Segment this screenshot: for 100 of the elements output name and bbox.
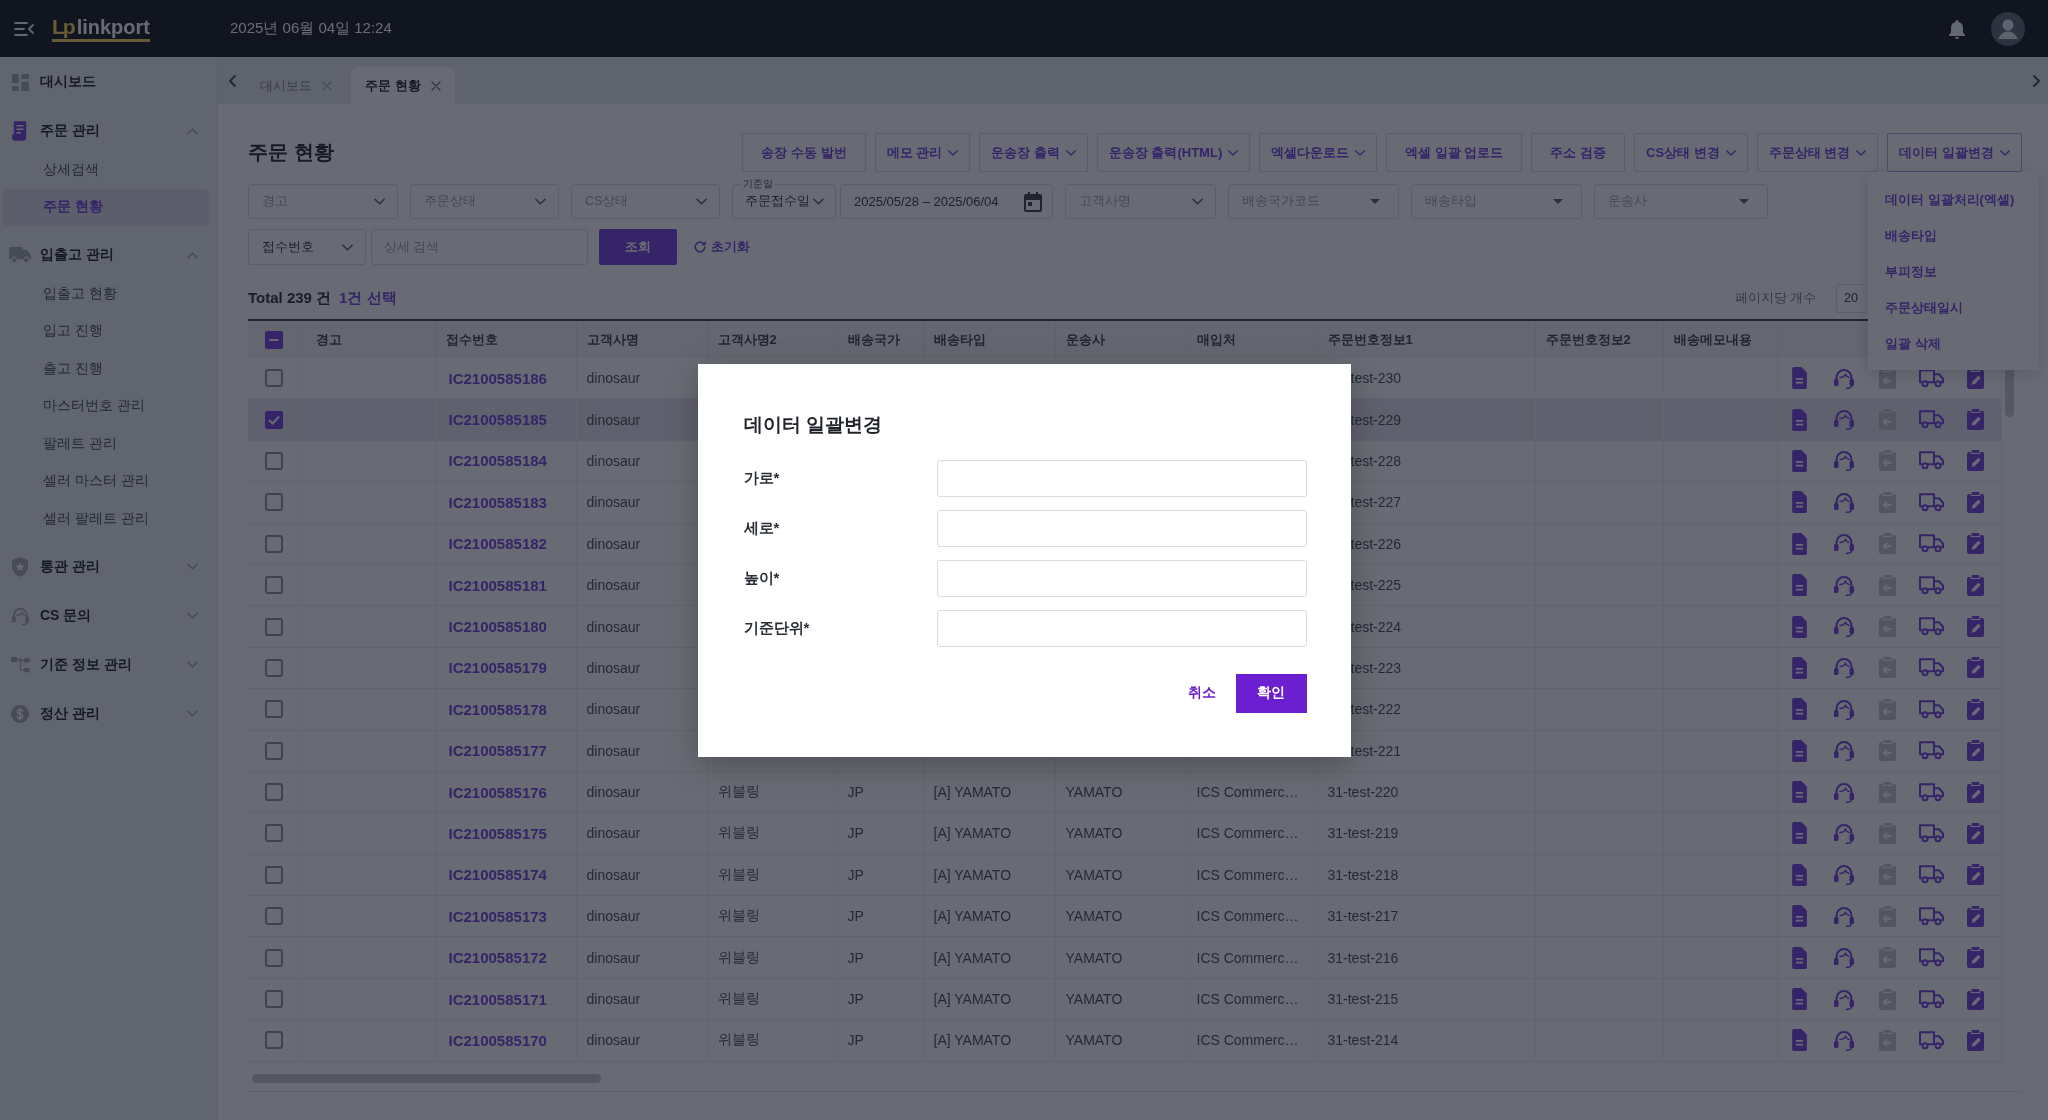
sidebar-item[interactable]: 셀러 팔레트 관리 <box>0 500 217 538</box>
toolbar-button[interactable]: 엑셀 일괄 업로드 <box>1386 133 1523 172</box>
truck-icon[interactable] <box>1919 824 1944 843</box>
headset-icon[interactable] <box>1832 367 1855 389</box>
headset-icon[interactable] <box>1832 574 1855 596</box>
confirm-button[interactable]: 확인 <box>1235 673 1307 713</box>
checkbox[interactable] <box>265 948 284 967</box>
edit-icon[interactable] <box>1967 491 1984 513</box>
checkbox[interactable] <box>265 700 284 719</box>
checkbox[interactable] <box>265 990 284 1009</box>
checkbox[interactable] <box>265 824 284 843</box>
close-icon[interactable] <box>430 80 441 91</box>
checkbox[interactable] <box>265 907 284 926</box>
checkbox[interactable] <box>265 576 284 595</box>
document-icon[interactable] <box>1792 532 1807 555</box>
document-icon[interactable] <box>1792 408 1807 431</box>
headset-icon[interactable] <box>1832 657 1855 679</box>
order-number-link[interactable]: IC2100585177 <box>435 730 576 772</box>
document-icon[interactable] <box>1792 739 1807 762</box>
order-number-link[interactable]: IC2100585176 <box>435 771 576 813</box>
filter-select[interactable]: 기준일 주문접수일 <box>732 178 836 219</box>
edit-icon[interactable] <box>1967 905 1984 927</box>
truck-icon[interactable] <box>1919 782 1944 802</box>
page-size-select[interactable]: 20 <box>1836 283 1866 313</box>
sidebar-item[interactable]: 출고 진행 <box>0 350 217 388</box>
headset-icon[interactable] <box>1832 781 1855 803</box>
truck-icon[interactable] <box>1919 368 1944 388</box>
document-icon[interactable] <box>1792 698 1807 721</box>
document-icon[interactable] <box>1792 946 1807 969</box>
headset-icon[interactable] <box>1832 409 1855 431</box>
truck-icon[interactable] <box>1919 658 1944 678</box>
chevron-left-icon[interactable] <box>229 74 236 87</box>
truck-icon[interactable] <box>1919 410 1944 430</box>
dropdown-button[interactable]: CS상태 변경 <box>1634 133 1748 172</box>
toolbar-button[interactable]: 주소 검증 <box>1531 133 1626 172</box>
truck-icon[interactable] <box>1919 1030 1944 1050</box>
sidebar-item[interactable]: 입고 진행 <box>0 312 217 350</box>
order-number-link[interactable]: IC2100585175 <box>435 812 576 855</box>
menu-item[interactable]: 데이터 일괄처리(엑셀) <box>1868 182 2039 218</box>
document-icon[interactable] <box>1792 656 1807 679</box>
document-icon[interactable] <box>1792 863 1807 886</box>
sidebar-item[interactable]: 팔레트 관리 <box>0 425 217 463</box>
headset-icon[interactable] <box>1832 450 1855 472</box>
edit-icon[interactable] <box>1967 616 1984 638</box>
headset-icon[interactable] <box>1832 491 1855 513</box>
dropdown-button[interactable]: 주문상태 변경 <box>1756 133 1879 172</box>
headset-icon[interactable] <box>1832 740 1855 762</box>
edit-icon[interactable] <box>1967 657 1984 679</box>
dropdown-button[interactable]: 운송장 출력(HTML) <box>1096 133 1251 172</box>
headset-icon[interactable] <box>1832 823 1855 844</box>
search-button[interactable]: 조회 <box>599 229 677 265</box>
order-number-link[interactable]: IC2100585186 <box>435 358 576 399</box>
edit-icon[interactable] <box>1967 698 1984 720</box>
checkbox[interactable] <box>265 330 284 349</box>
document-icon[interactable] <box>1792 367 1807 390</box>
document-icon[interactable] <box>1792 615 1807 638</box>
headset-icon[interactable] <box>1832 864 1855 886</box>
filter-select[interactable]: 접수번호 <box>248 229 366 265</box>
order-number-link[interactable]: IC2100585171 <box>435 978 576 1020</box>
checkbox[interactable] <box>265 783 284 802</box>
order-number-link[interactable]: IC2100585170 <box>435 1019 576 1062</box>
order-number-link[interactable]: IC2100585185 <box>435 398 576 441</box>
document-icon[interactable] <box>1792 1029 1807 1052</box>
document-icon[interactable] <box>1792 905 1807 928</box>
document-icon[interactable] <box>1792 822 1807 845</box>
edit-icon[interactable] <box>1967 533 1984 555</box>
checkbox[interactable] <box>265 493 284 512</box>
chevron-right-icon[interactable] <box>2033 74 2040 87</box>
menu-icon[interactable] <box>14 20 34 37</box>
checkbox[interactable] <box>265 451 284 470</box>
checkbox[interactable] <box>265 369 284 388</box>
order-number-link[interactable]: IC2100585184 <box>435 440 576 482</box>
input-field[interactable] <box>936 559 1307 597</box>
date-range-field[interactable]: 2025/05/28 – 2025/06/04 <box>840 184 1053 219</box>
truck-icon[interactable] <box>1919 617 1944 637</box>
dropdown-button[interactable]: 엑셀다운로드 <box>1259 133 1378 172</box>
checkbox[interactable] <box>265 617 284 636</box>
order-number-link[interactable]: IC2100585183 <box>435 481 576 524</box>
menu-item[interactable]: 배송타입 <box>1868 218 2039 254</box>
truck-icon[interactable] <box>1919 699 1944 719</box>
order-number-link[interactable]: IC2100585174 <box>435 854 576 896</box>
menu-item[interactable]: 부피정보 <box>1868 254 2039 290</box>
truck-icon[interactable] <box>1919 534 1944 554</box>
checkbox[interactable] <box>265 741 284 760</box>
bell-icon[interactable] <box>1948 18 1966 39</box>
input-field[interactable] <box>936 509 1307 547</box>
dropdown-button[interactable]: 메모 관리 <box>874 133 971 172</box>
document-icon[interactable] <box>1792 781 1807 804</box>
document-icon[interactable] <box>1792 491 1807 514</box>
headset-icon[interactable] <box>1832 533 1855 555</box>
truck-icon[interactable] <box>1919 492 1944 512</box>
sidebar-item[interactable]: 정산 관리 <box>0 693 217 734</box>
document-icon[interactable] <box>1792 988 1807 1011</box>
edit-icon[interactable] <box>1967 740 1984 762</box>
sidebar-item[interactable]: 주문 관리 <box>0 111 217 151</box>
sidebar-item[interactable]: 마스터번호 관리 <box>0 387 217 425</box>
order-number-link[interactable]: IC2100585173 <box>435 895 576 937</box>
reset-button[interactable]: 초기화 <box>693 238 750 256</box>
input-field[interactable] <box>936 609 1307 647</box>
menu-item[interactable]: 일괄 삭제 <box>1868 326 2039 362</box>
